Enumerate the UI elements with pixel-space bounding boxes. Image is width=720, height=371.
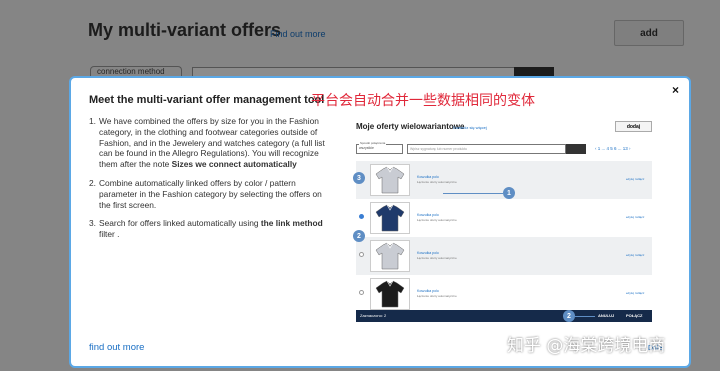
preview-title: Moje oferty wielowariantowe [356, 122, 465, 131]
preview-row-actions: edytuj rozłącz [626, 291, 645, 295]
polo-shirt-image [370, 278, 410, 310]
preview-row-name: Koszulka polo [417, 289, 439, 293]
step-item: 2. Combine automatically linked offers b… [89, 177, 322, 210]
close-icon[interactable]: × [672, 83, 679, 97]
preview-row-name: Koszulka polo [417, 213, 439, 217]
step-marker-1: 1 [503, 187, 515, 199]
marker-2b-line [575, 316, 595, 317]
preview-row-subtitle: Łączenie oferty automatyczne [417, 294, 457, 298]
preview-row-checkbox [359, 252, 364, 257]
preview-row-checkbox [359, 290, 364, 295]
step-marker-3: 3 [353, 172, 365, 184]
polo-shirt-image [370, 202, 410, 234]
preview-search-button [566, 144, 586, 154]
preview-offer-row: Koszulka polo Łączenie oferty automatyczn… [356, 275, 652, 313]
preview-row-name: Koszulka polo [417, 251, 439, 255]
preview-connect-button: POŁĄCZ [626, 313, 643, 318]
step-marker-2: 2 [353, 230, 365, 242]
tutorial-preview: Moje oferty wielowariantowe Dowiedz się … [351, 115, 653, 322]
preview-search-input: Wpisz sygnaturę lub numer produktu [407, 144, 566, 154]
preview-connection-select: wszystkie [356, 144, 403, 154]
preview-row-subtitle: Łączenie oferty automatyczne [417, 218, 457, 222]
step-item: 1. We have combined the offers by size f… [89, 116, 325, 170]
chinese-annotation: 平台会自动合并一些数据相同的变体 [311, 93, 535, 109]
modal-title: Meet the multi-variant offer management … [89, 94, 325, 106]
preview-selected-count: Zaznaczono: 2 [360, 313, 387, 318]
preview-row-actions: edytuj rozłącz [626, 215, 645, 219]
preview-row-subtitle: Łączenie oferty automatyczne [417, 180, 457, 184]
preview-learn-more-link: Dowiedz się więcej [453, 125, 487, 130]
polo-shirt-image [370, 164, 410, 196]
step-item: 3. Search for offers linked automaticall… [89, 218, 323, 240]
preview-footer-bar: Zaznaczono: 2 ANULUJ POŁĄCZ [356, 310, 652, 322]
preview-row-actions: edytuj rozłącz [626, 177, 645, 181]
preview-row-actions: edytuj rozłącz [626, 253, 645, 257]
preview-offer-row: Koszulka polo Łączenie oferty automatyczn… [356, 237, 652, 275]
preview-row-subtitle: Łączenie oferty automatyczne [417, 256, 457, 260]
step-marker-2b: 2 [563, 310, 575, 322]
preview-add-button: dodaj [615, 121, 652, 132]
preview-row-name: Koszulka polo [417, 175, 439, 179]
watermark-text: 知乎 @海棠跨境电商 [507, 336, 666, 356]
preview-pagination: ‹ 1 ... 4 5 6 ... 13 › [595, 146, 631, 151]
preview-cancel-button: ANULUJ [598, 313, 615, 318]
steps-list: 1. We have combined the offers by size f… [89, 116, 331, 248]
preview-row-checkbox [359, 214, 364, 219]
preview-offer-list: Koszulka polo Łączenie oferty automatyczn… [356, 161, 652, 313]
find-out-more-link[interactable]: find out more [89, 342, 144, 353]
preview-select-caption: Sposób połączenia [359, 141, 387, 145]
marker-1-line [443, 193, 503, 194]
onboarding-modal: Meet the multi-variant offer management … [69, 76, 691, 368]
polo-shirt-image [370, 240, 410, 272]
preview-offer-row: Koszulka polo Łączenie oferty automatyczn… [356, 199, 652, 237]
